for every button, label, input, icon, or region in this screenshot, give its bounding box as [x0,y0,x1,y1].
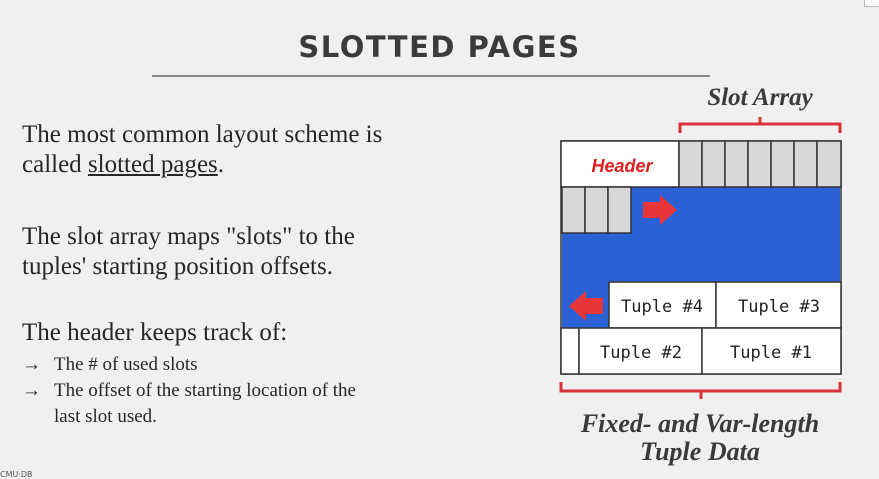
slot-cell [561,186,586,234]
footer-logo: CMU·DB [0,470,33,479]
slot-cell [793,140,818,188]
slot-cell [607,186,632,234]
tuple-box [560,327,580,375]
slot-array-bracket [678,117,842,133]
tuple-data-bracket [559,382,842,399]
header-label: Header [591,156,653,176]
tuple-data-label-line: Fixed- and Var-length [580,409,820,438]
tuple-label: Tuple #1 [730,343,812,363]
tuple-label: Tuple #3 [738,297,820,317]
slot-cell [584,186,609,234]
slotted-page-diagram: Header Tuple #4 Tuple #3 Tuple #2 Tuple … [559,117,842,399]
tuple-data-label: Fixed- and Var-length Tuple Data [560,410,840,466]
slot-cell [816,140,842,188]
slot-cell [747,140,772,188]
tuple-data-label-line: Tuple Data [640,437,760,466]
tuple-label: Tuple #2 [600,343,682,363]
slot-array-row [678,140,842,188]
slot-cell [724,140,749,188]
slot-cell [701,140,726,188]
slot-cell [770,140,795,188]
slot-array-row-2 [561,186,632,234]
tuple-label: Tuple #4 [621,297,703,317]
slot-cell [678,140,703,188]
